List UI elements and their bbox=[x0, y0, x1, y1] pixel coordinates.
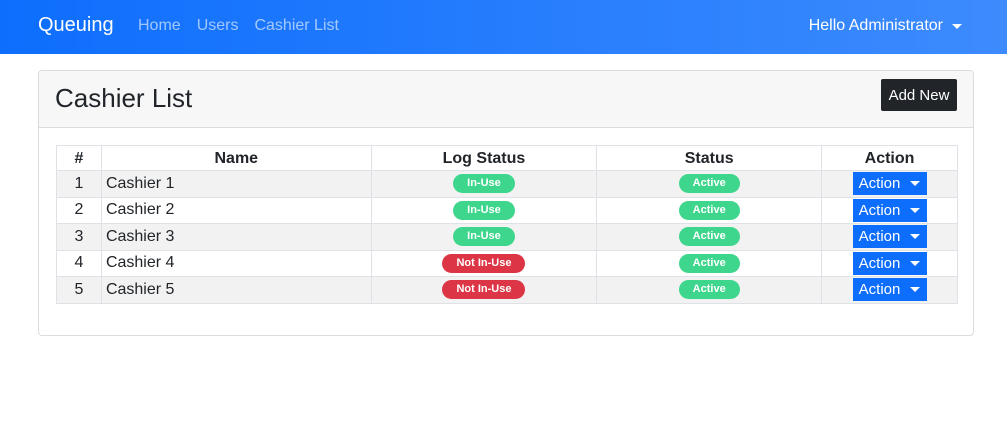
chevron-down-icon bbox=[910, 260, 921, 266]
column-header-log-status: Log Status bbox=[370, 145, 598, 171]
row-number: 3 bbox=[56, 223, 102, 251]
chevron-down-icon bbox=[910, 207, 921, 213]
table-row: 2 Cashier 2 In-Use Active Action bbox=[56, 196, 958, 224]
log-status-badge: In-Use bbox=[453, 174, 515, 194]
row-number: 1 bbox=[56, 170, 102, 198]
cashier-name: Cashier 4 bbox=[100, 249, 372, 277]
action-dropdown-button[interactable]: Action bbox=[852, 172, 927, 196]
column-header-name: Name bbox=[100, 145, 372, 171]
chevron-down-icon bbox=[952, 23, 962, 29]
nav-link-home[interactable]: Home bbox=[138, 17, 181, 35]
user-menu-label: Hello Administrator bbox=[808, 17, 943, 34]
status-badge: Active bbox=[678, 174, 740, 194]
row-number: 2 bbox=[56, 196, 102, 224]
chevron-down-icon bbox=[910, 234, 921, 240]
action-dropdown-button[interactable]: Action bbox=[852, 251, 927, 275]
log-status-badge: Not In-Use bbox=[442, 253, 526, 273]
status-badge: Active bbox=[678, 200, 740, 220]
action-label: Action bbox=[858, 175, 901, 193]
action-label: Action bbox=[858, 201, 901, 219]
cashier-list-card: Cashier List Add New # Name Log Status S… bbox=[38, 70, 974, 336]
table-row: 5 Cashier 5 Not In-Use Active Action bbox=[56, 276, 958, 304]
brand-logo[interactable]: Queuing bbox=[38, 14, 114, 37]
log-status-badge: In-Use bbox=[453, 200, 515, 220]
action-dropdown-button[interactable]: Action bbox=[852, 198, 927, 222]
cashier-name: Cashier 1 bbox=[100, 170, 372, 198]
action-dropdown-button[interactable]: Action bbox=[852, 278, 927, 302]
action-dropdown-button[interactable]: Action bbox=[852, 225, 927, 249]
page-title: Cashier List bbox=[55, 83, 193, 113]
cashier-name: Cashier 5 bbox=[100, 276, 372, 304]
table-row: 1 Cashier 1 In-Use Active Action bbox=[56, 170, 958, 198]
nav-link-cashier-list[interactable]: Cashier List bbox=[254, 17, 338, 35]
cashier-name: Cashier 3 bbox=[100, 223, 372, 251]
log-status-badge: In-Use bbox=[453, 227, 515, 247]
action-label: Action bbox=[858, 281, 901, 299]
action-label: Action bbox=[858, 254, 901, 272]
row-number: 4 bbox=[56, 249, 102, 277]
card-header: Cashier List Add New bbox=[39, 71, 973, 128]
log-status-badge: Not In-Use bbox=[442, 280, 526, 300]
chevron-down-icon bbox=[910, 181, 921, 187]
table-row: 3 Cashier 3 In-Use Active Action bbox=[56, 223, 958, 251]
status-badge: Active bbox=[678, 280, 740, 300]
add-new-button[interactable]: Add New bbox=[881, 79, 957, 111]
table-header-row: # Name Log Status Status Action bbox=[56, 145, 958, 171]
status-badge: Active bbox=[678, 253, 740, 273]
user-menu-dropdown[interactable]: Hello Administrator bbox=[809, 17, 962, 35]
table-row: 4 Cashier 4 Not In-Use Active Action bbox=[56, 249, 958, 277]
row-number: 5 bbox=[56, 276, 102, 304]
nav-link-users[interactable]: Users bbox=[197, 17, 239, 35]
column-header-number: # bbox=[56, 145, 102, 171]
column-header-status: Status bbox=[596, 145, 823, 171]
cashier-name: Cashier 2 bbox=[100, 196, 372, 224]
cashier-table: # Name Log Status Status Action 1 Cashie… bbox=[56, 145, 958, 304]
top-navbar: Queuing Home Users Cashier List Hello Ad… bbox=[0, 0, 1007, 54]
action-label: Action bbox=[858, 228, 901, 246]
chevron-down-icon bbox=[910, 287, 921, 293]
status-badge: Active bbox=[678, 227, 740, 247]
nav-links: Home Users Cashier List bbox=[138, 17, 355, 35]
column-header-action: Action bbox=[821, 145, 958, 171]
